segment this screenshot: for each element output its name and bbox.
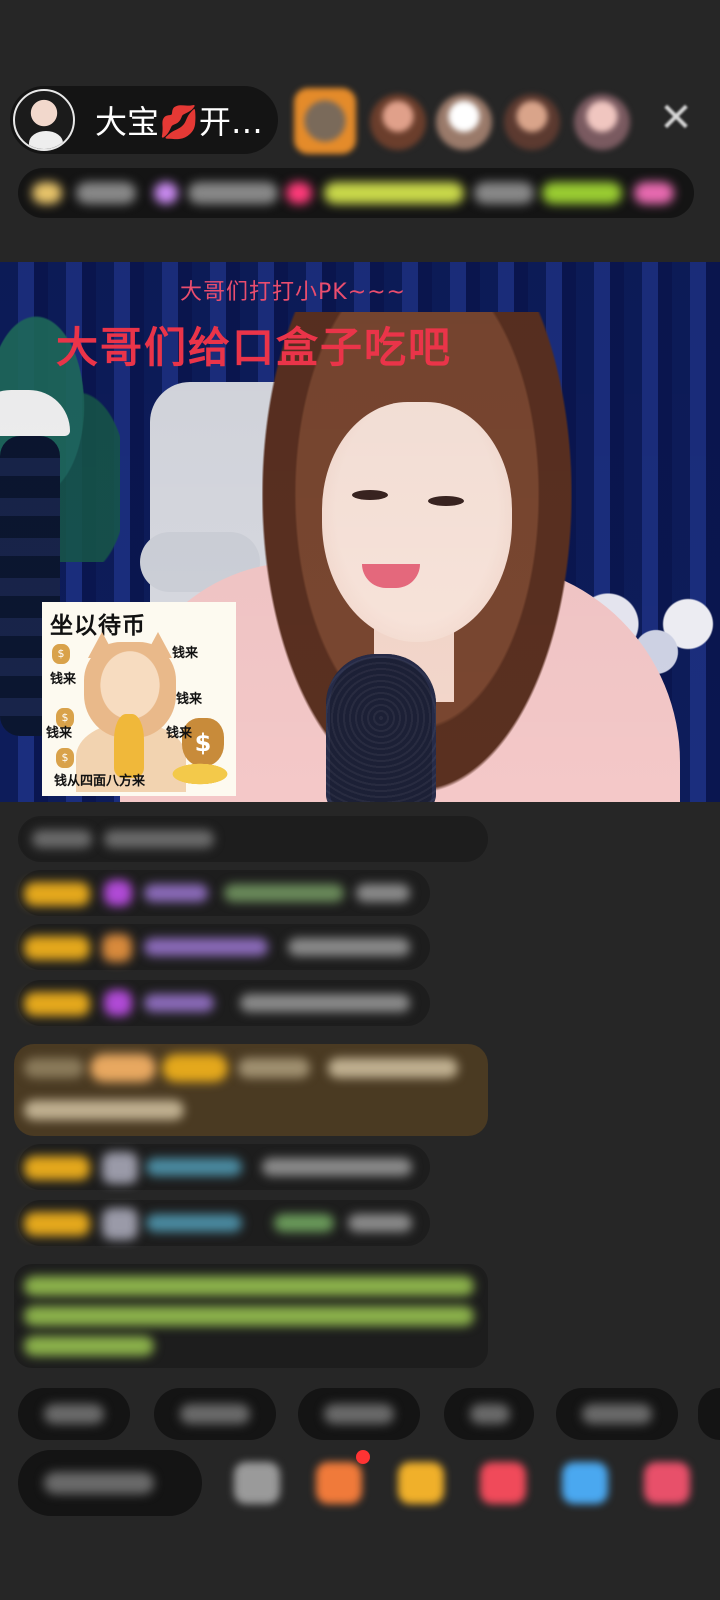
fans-text <box>188 182 278 204</box>
system-text-line <box>24 1276 474 1296</box>
comment-placeholder <box>44 1472 154 1494</box>
chat-message[interactable] <box>18 1144 430 1190</box>
coins-icon <box>168 762 232 786</box>
quick-reply-label <box>470 1404 510 1424</box>
chat-text <box>104 830 214 848</box>
rank-icon <box>32 182 62 204</box>
chat-text <box>288 938 410 956</box>
share-icon[interactable] <box>562 1462 608 1504</box>
info-highlight <box>542 182 622 204</box>
overlay-caption-big: 大哥们给口盒子吃吧 <box>56 323 453 372</box>
top-viewer-avatar-1[interactable] <box>294 88 356 154</box>
level-badge <box>24 936 90 960</box>
close-icon[interactable]: ✕ <box>656 98 696 138</box>
chat-text <box>262 1158 412 1176</box>
top-viewer-avatar-3[interactable] <box>436 94 492 150</box>
quick-reply-chip[interactable] <box>556 1388 678 1440</box>
chat-message[interactable] <box>18 924 430 970</box>
quick-reply-label <box>44 1404 104 1424</box>
quick-reply-chip[interactable] <box>298 1388 420 1440</box>
chat-mention <box>224 884 344 902</box>
overlay-caption-small: 大哥们打打小PK~~~ <box>180 280 406 305</box>
chat-message[interactable] <box>18 1200 430 1246</box>
level-badge <box>24 1212 90 1236</box>
chat-user <box>144 938 268 956</box>
treasure-icon[interactable] <box>398 1462 444 1504</box>
money-cat-sticker: 坐以待币 $ $ $ $ 钱来 钱来 钱来 钱来 钱来 钱从四面八方来 <box>42 602 236 796</box>
sticker-label: 钱来 <box>166 726 193 741</box>
chat-user <box>32 830 92 848</box>
emoji-icon[interactable] <box>234 1462 280 1504</box>
level-badge <box>24 1156 90 1180</box>
money-bag-icon: $ <box>52 644 70 664</box>
fans-icon <box>154 182 178 204</box>
gift-box-icon[interactable] <box>316 1462 362 1504</box>
top-viewer-avatar-4[interactable] <box>504 94 560 150</box>
microphone <box>326 654 436 802</box>
quick-reply-label <box>180 1404 250 1424</box>
sticker-bottom-text: 钱从四面八方来 <box>54 774 146 789</box>
pk-icon[interactable] <box>480 1462 526 1504</box>
chat-user <box>144 884 208 902</box>
quick-reply-chip[interactable] <box>444 1388 534 1440</box>
hot-text <box>324 182 464 204</box>
sticker-label: 钱来 <box>176 692 203 707</box>
system-text-line <box>24 1306 474 1326</box>
host-avatar[interactable] <box>13 89 75 151</box>
host-info-pill[interactable]: 大宝💋开… <box>10 86 278 154</box>
level-badge <box>24 882 90 906</box>
chat-message[interactable] <box>18 816 488 862</box>
info-text <box>474 182 534 204</box>
gift-user-name <box>238 1058 310 1078</box>
system-announcement <box>14 1264 488 1368</box>
diamond-icon <box>104 990 132 1016</box>
chat-user <box>146 1214 242 1232</box>
quick-reply-chip[interactable] <box>698 1388 720 1440</box>
gift-badge <box>90 1054 156 1082</box>
chat-text <box>348 1214 412 1232</box>
sticker-label: 钱来 <box>50 672 77 687</box>
streamer-eye <box>352 490 388 500</box>
praying-hands-icon <box>114 714 144 778</box>
quick-reply-chip[interactable] <box>154 1388 276 1440</box>
comment-input[interactable] <box>18 1450 202 1516</box>
chat-message[interactable] <box>18 870 430 916</box>
gift-text-line2 <box>24 1100 184 1120</box>
money-bag-icon: $ <box>56 748 74 768</box>
stream-info-bar[interactable] <box>18 168 694 218</box>
user-avatar <box>102 1208 138 1240</box>
gift-text <box>328 1058 458 1078</box>
level-badge <box>162 1054 228 1082</box>
live-video[interactable]: 大哥们打打小PK~~~ 大哥们给口盒子吃吧 坐以待币 $ $ $ $ 钱来 钱来… <box>0 262 720 802</box>
gift-icon[interactable] <box>644 1462 690 1504</box>
gift-user <box>24 1058 84 1078</box>
top-viewer-avatar-2[interactable] <box>370 94 426 150</box>
quick-reply-label <box>324 1404 394 1424</box>
notification-dot <box>356 1450 370 1464</box>
hot-icon <box>286 182 312 204</box>
top-viewer-avatar-5[interactable] <box>574 94 630 150</box>
chat-user <box>144 994 214 1012</box>
quick-reply-label <box>582 1404 652 1424</box>
more-icon <box>634 182 674 204</box>
streamer-eye <box>428 496 464 506</box>
sticker-label: 钱来 <box>172 646 199 661</box>
chat-message[interactable] <box>18 980 430 1026</box>
diamond-icon <box>104 880 132 906</box>
streamer-face <box>322 402 512 642</box>
rank-text <box>76 182 136 204</box>
quick-reply-chip[interactable] <box>18 1388 130 1440</box>
host-name: 大宝💋开… <box>95 103 263 141</box>
chat-text <box>356 884 410 902</box>
system-text-line <box>24 1336 154 1356</box>
level-badge <box>24 992 90 1016</box>
chat-user <box>146 1158 242 1176</box>
user-avatar <box>102 1152 138 1184</box>
sticker-label: 钱来 <box>46 726 73 741</box>
chat-text <box>240 994 410 1012</box>
chat-mention <box>274 1214 334 1232</box>
gift-message[interactable] <box>14 1044 488 1136</box>
fan-icon <box>102 934 132 962</box>
